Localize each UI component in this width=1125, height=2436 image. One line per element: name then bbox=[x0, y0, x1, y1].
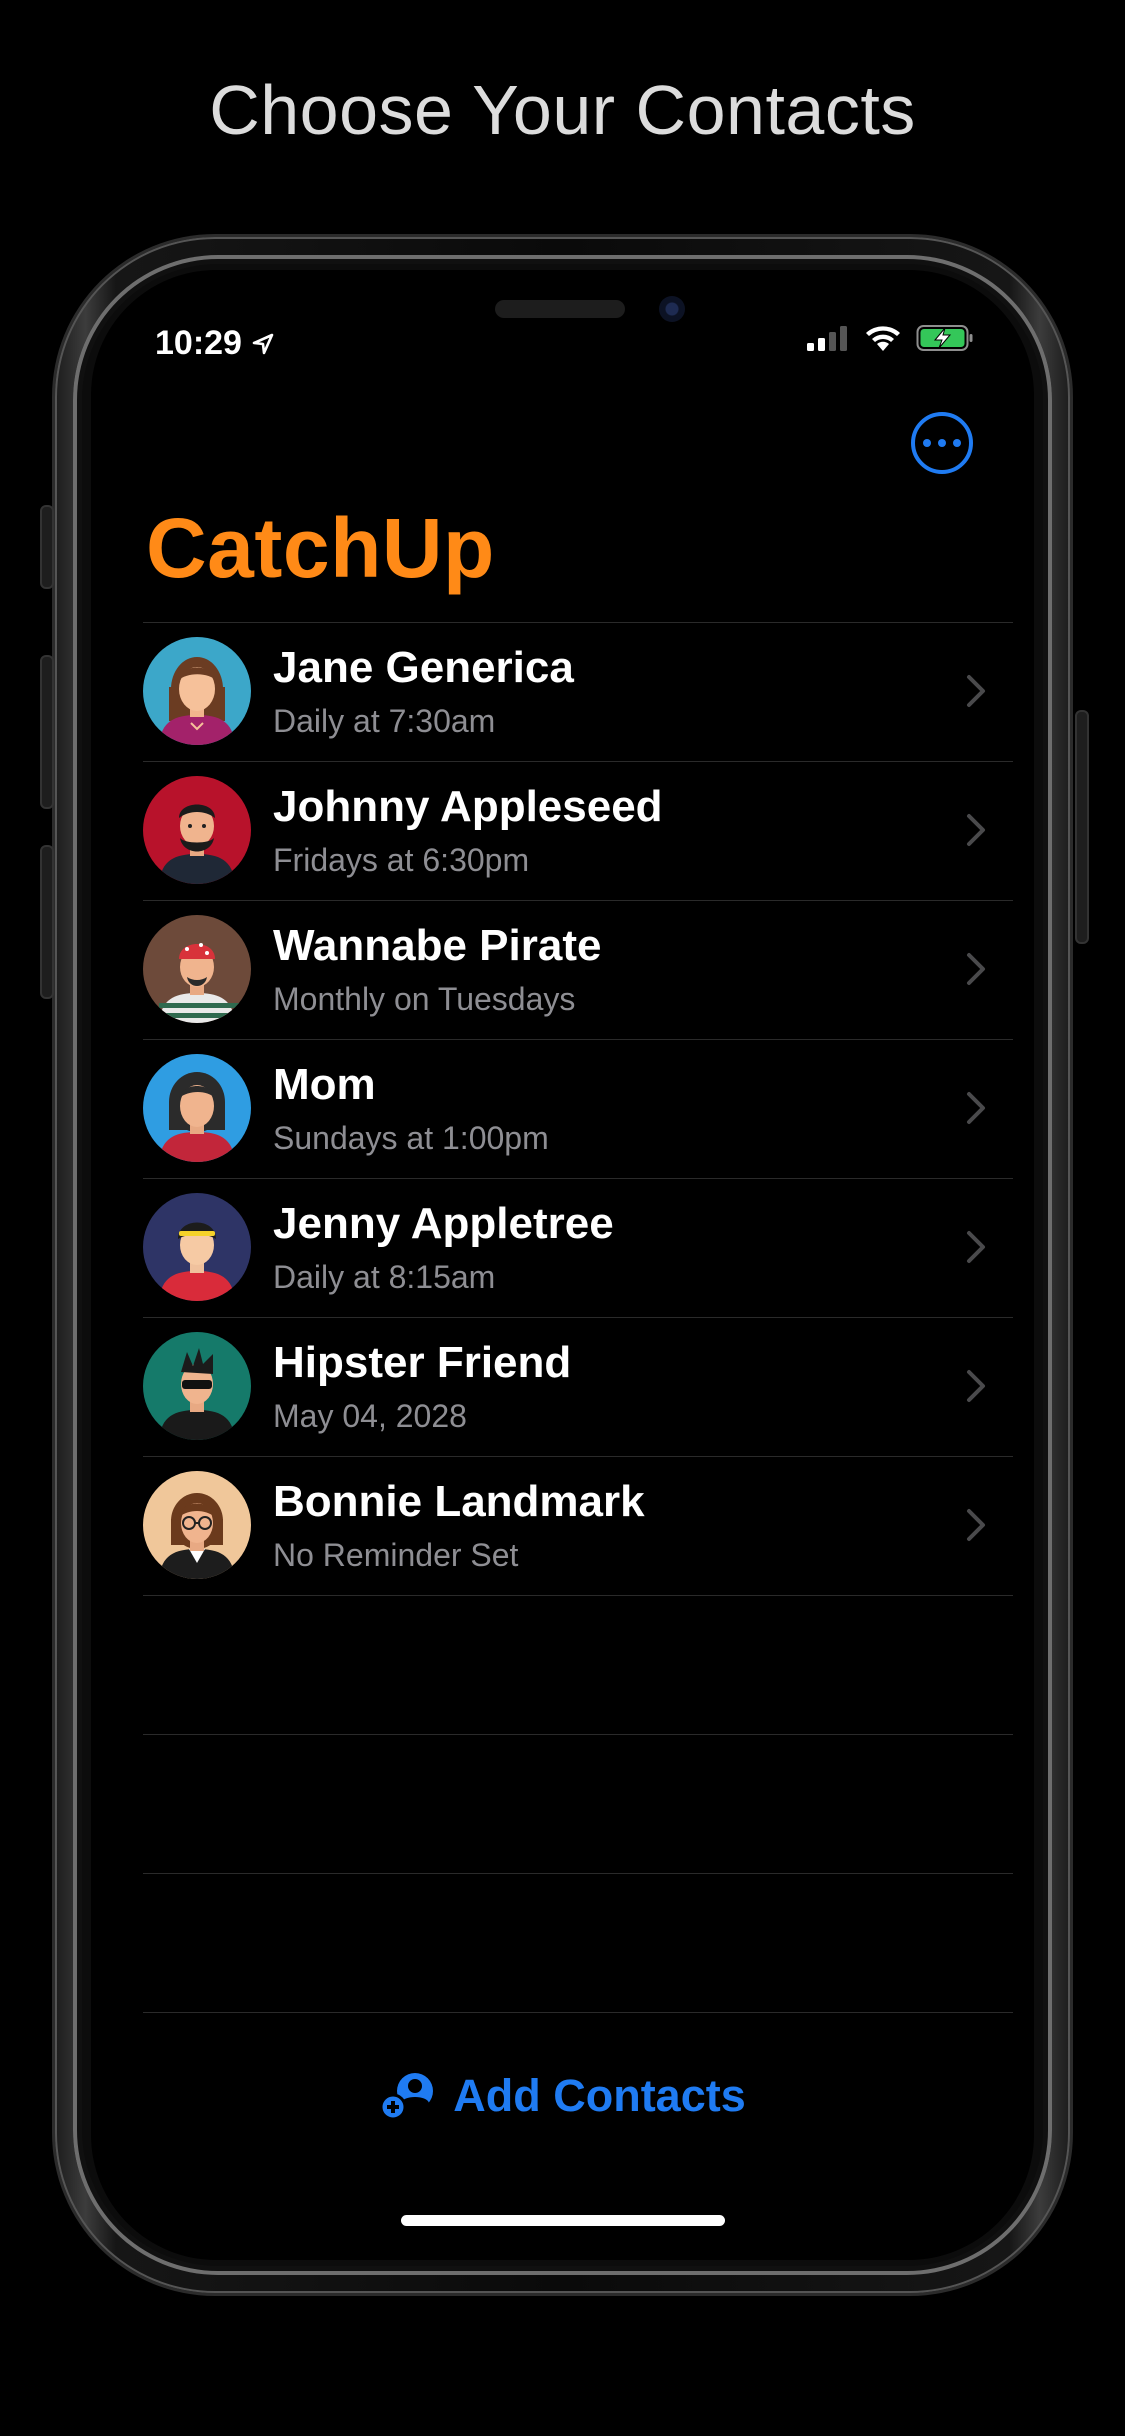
contact-reminder: No Reminder Set bbox=[273, 1537, 519, 1573]
contact-row-jenny-appletree[interactable]: Jenny Appletree Daily at 8:15am bbox=[143, 1178, 1013, 1317]
volume-up-button bbox=[40, 655, 54, 809]
empty-row bbox=[143, 1595, 1013, 1734]
location-arrow-icon bbox=[252, 333, 274, 354]
contact-reminder: Daily at 8:15am bbox=[273, 1259, 496, 1295]
avatar bbox=[143, 915, 251, 1023]
contact-reminder: May 04, 2028 bbox=[273, 1398, 467, 1434]
contact-name: Hipster Friend bbox=[273, 1338, 572, 1387]
mute-switch bbox=[40, 505, 54, 589]
chevron-right-icon bbox=[967, 675, 985, 707]
contact-name: Wannabe Pirate bbox=[273, 921, 602, 970]
contact-reminder: Sundays at 1:00pm bbox=[273, 1120, 549, 1156]
wifi-icon bbox=[866, 326, 900, 351]
app-title: CatchUp bbox=[146, 501, 495, 595]
add-contacts-button[interactable]: Add Contacts bbox=[91, 2070, 1034, 2122]
empty-row bbox=[143, 1873, 1013, 2013]
avatar bbox=[143, 1332, 251, 1440]
contact-row-johnny-appleseed[interactable]: Johnny Appleseed Fridays at 6:30pm bbox=[143, 761, 1013, 900]
chevron-right-icon bbox=[967, 1231, 985, 1263]
contact-reminder: Monthly on Tuesdays bbox=[273, 981, 576, 1017]
status-time-label: 10:29 bbox=[155, 324, 242, 362]
avatar bbox=[143, 1193, 251, 1301]
cellular-signal-icon bbox=[807, 326, 847, 351]
contact-reminder: Daily at 7:30am bbox=[273, 703, 496, 739]
contact-row-hipster-friend[interactable]: Hipster Friend May 04, 2028 bbox=[143, 1317, 1013, 1456]
empty-row bbox=[143, 1734, 1013, 1873]
contact-reminder: Fridays at 6:30pm bbox=[273, 842, 530, 878]
add-contacts-label: Add Contacts bbox=[453, 2070, 746, 2121]
more-options-button[interactable] bbox=[911, 412, 973, 474]
contact-name: Johnny Appleseed bbox=[273, 782, 663, 831]
contact-name: Jenny Appletree bbox=[273, 1199, 614, 1248]
power-button bbox=[1075, 710, 1089, 944]
page-headline: Choose Your Contacts bbox=[209, 71, 916, 149]
chevron-right-icon bbox=[967, 953, 985, 985]
battery-charging-icon bbox=[916, 325, 973, 351]
contact-name: Mom bbox=[273, 1060, 376, 1109]
avatar bbox=[143, 776, 251, 884]
add-person-icon bbox=[379, 2073, 434, 2121]
phone-screen: 10:29 CatchUp Jane Generica Daily at 7:3… bbox=[91, 270, 1034, 2260]
status-bar-icons bbox=[806, 324, 974, 352]
avatar bbox=[143, 1054, 251, 1162]
avatar bbox=[143, 1471, 251, 1579]
contact-row-bonnie-landmark[interactable]: Bonnie Landmark No Reminder Set bbox=[143, 1456, 1013, 1595]
contact-row-wannabe-pirate[interactable]: Wannabe Pirate Monthly on Tuesdays bbox=[143, 900, 1013, 1039]
ellipsis-circle-icon bbox=[923, 439, 931, 447]
avatar bbox=[143, 637, 251, 745]
chevron-right-icon bbox=[967, 1370, 985, 1402]
contact-row-mom[interactable]: Mom Sundays at 1:00pm bbox=[143, 1039, 1013, 1178]
contact-name: Bonnie Landmark bbox=[273, 1477, 645, 1526]
home-indicator[interactable] bbox=[401, 2215, 725, 2226]
contact-list: Jane Generica Daily at 7:30am Johnny App… bbox=[143, 622, 1013, 2013]
status-bar-time: 10:29 bbox=[155, 324, 274, 363]
contact-row-jane-generica[interactable]: Jane Generica Daily at 7:30am bbox=[143, 622, 1013, 761]
earpiece-speaker bbox=[495, 300, 625, 318]
chevron-right-icon bbox=[967, 1092, 985, 1124]
volume-down-button bbox=[40, 845, 54, 999]
chevron-right-icon bbox=[967, 814, 985, 846]
front-camera bbox=[659, 296, 685, 322]
contact-name: Jane Generica bbox=[273, 643, 574, 692]
chevron-right-icon bbox=[967, 1509, 985, 1541]
